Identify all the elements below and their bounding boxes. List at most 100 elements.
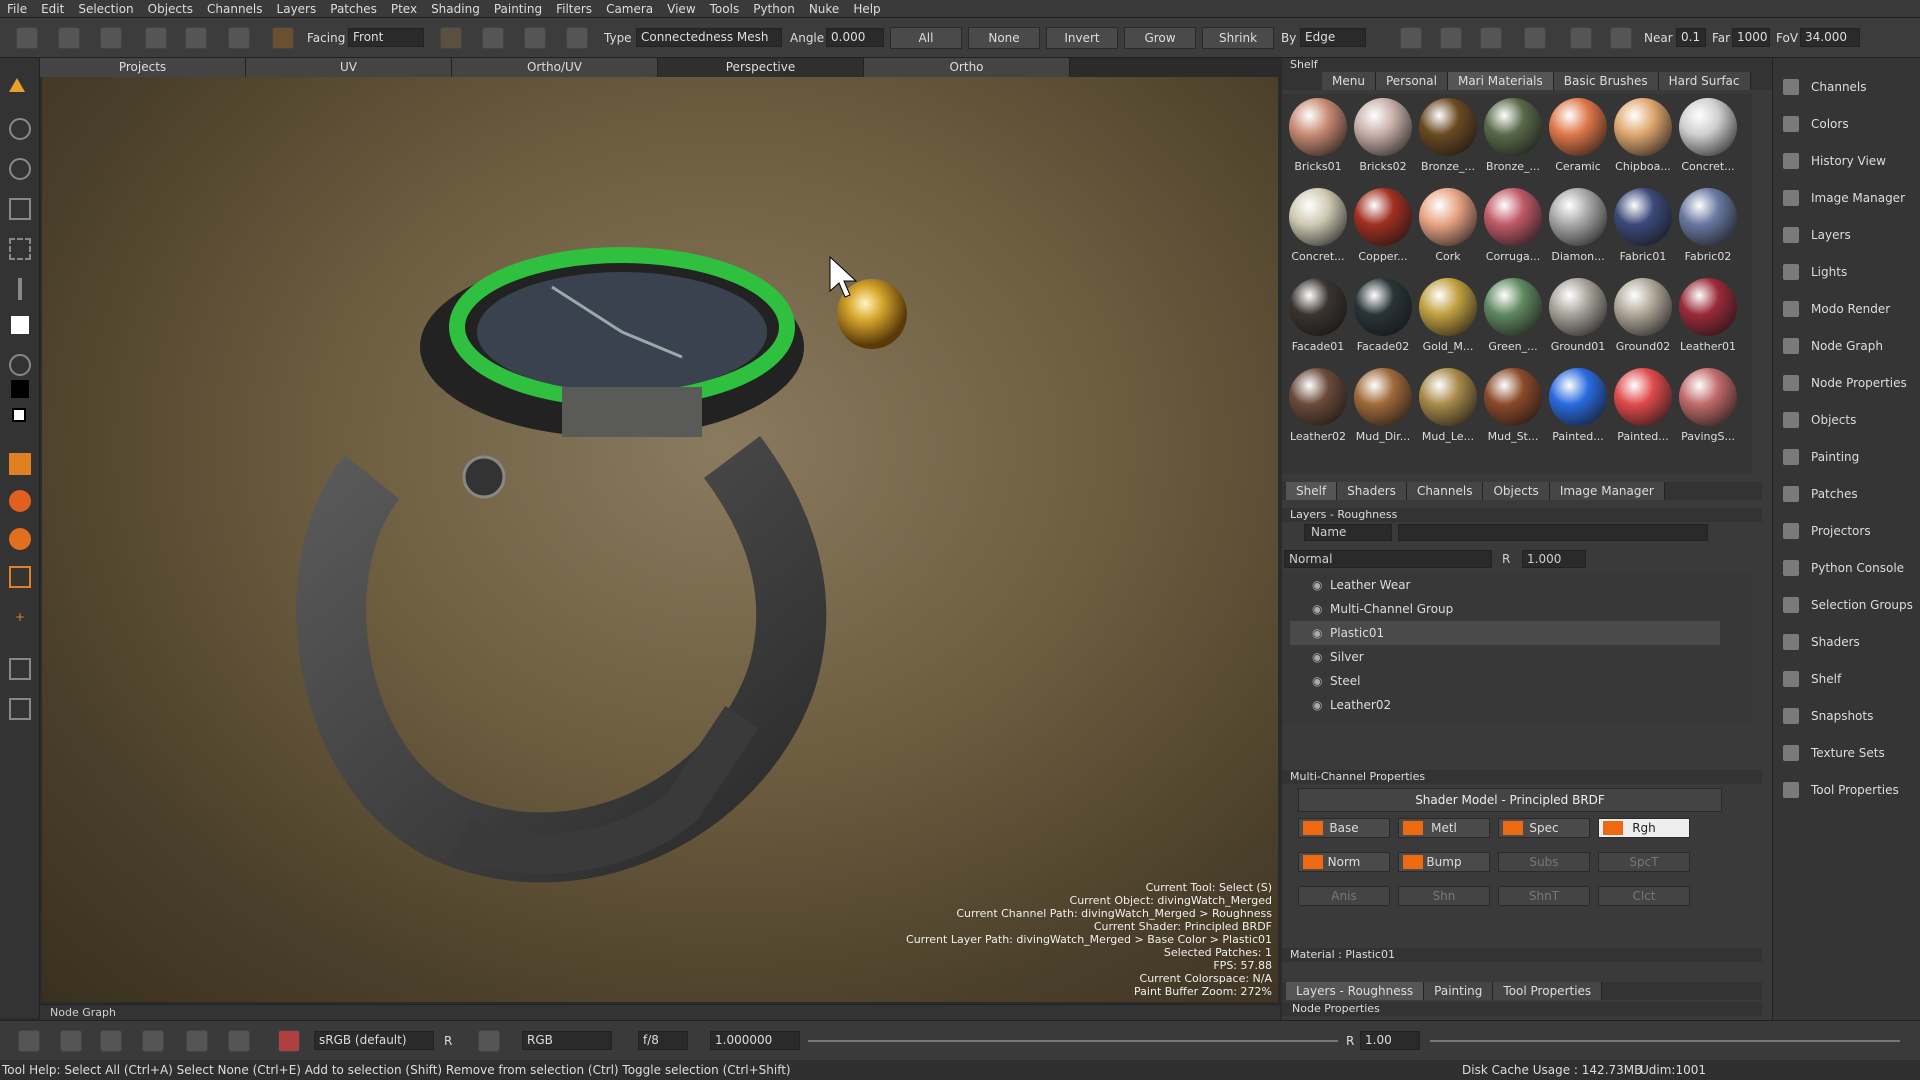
view-tab-uv[interactable]: UV bbox=[246, 58, 452, 77]
channel-button-base[interactable]: Base bbox=[1298, 818, 1390, 838]
close-project-icon[interactable] bbox=[58, 27, 80, 49]
zoom-icon[interactable] bbox=[9, 158, 31, 180]
menu-view[interactable]: View bbox=[660, 0, 702, 18]
layer-row[interactable]: ◉ Multi-Channel Group bbox=[1290, 597, 1720, 621]
material-swatch[interactable]: Bronze_... bbox=[1416, 94, 1480, 184]
lasso-icon[interactable] bbox=[482, 27, 504, 49]
shelf-bottom-tab[interactable]: Channels bbox=[1406, 482, 1484, 500]
shelf-bottom-tab[interactable]: Shelf bbox=[1286, 482, 1338, 500]
menu-nuke[interactable]: Nuke bbox=[802, 0, 847, 18]
dock-item-objects[interactable]: Objects bbox=[1779, 405, 1917, 435]
gain-input[interactable]: 1.00 bbox=[1360, 1031, 1420, 1050]
menu-file[interactable]: File bbox=[0, 0, 34, 18]
dock-item-tool-properties[interactable]: Tool Properties bbox=[1779, 775, 1917, 805]
frame-icon[interactable] bbox=[9, 658, 31, 680]
menu-python[interactable]: Python bbox=[746, 0, 802, 18]
render-icon[interactable] bbox=[1610, 27, 1632, 49]
move-icon[interactable] bbox=[60, 1030, 82, 1052]
material-icon[interactable] bbox=[9, 490, 31, 512]
material-swatch[interactable]: Chipboa... bbox=[1611, 94, 1675, 184]
channel-button-shn[interactable]: Shn bbox=[1398, 886, 1490, 906]
material-swatch[interactable]: Concret... bbox=[1676, 94, 1740, 184]
dock-item-layers[interactable]: Layers bbox=[1779, 220, 1917, 250]
dock-item-node-graph[interactable]: Node Graph bbox=[1779, 331, 1917, 361]
undo-icon[interactable] bbox=[18, 1030, 40, 1052]
material-swatch[interactable]: Bricks01 bbox=[1286, 94, 1350, 184]
material-swatch[interactable]: Copper... bbox=[1351, 184, 1415, 274]
layer-row[interactable]: ◉ Leather Wear bbox=[1290, 573, 1720, 597]
eye-icon[interactable]: ◉ bbox=[1312, 597, 1322, 621]
invert-button[interactable]: Invert bbox=[1046, 27, 1118, 49]
view-icon[interactable] bbox=[1400, 27, 1422, 49]
shelf-bottom-tab[interactable]: Shaders bbox=[1337, 482, 1407, 500]
opacity-input[interactable]: 1.000 bbox=[1522, 550, 1586, 568]
marquee-icon[interactable] bbox=[9, 238, 31, 260]
patch-select-icon[interactable] bbox=[9, 566, 31, 588]
channel-button-spec[interactable]: Spec bbox=[1498, 818, 1590, 838]
material-swatch[interactable]: Cork bbox=[1416, 184, 1480, 274]
layer-row[interactable]: ◉ Leather02 bbox=[1290, 693, 1720, 717]
menu-shading[interactable]: Shading bbox=[424, 0, 487, 18]
menu-selection[interactable]: Selection bbox=[71, 0, 140, 18]
menu-layers[interactable]: Layers bbox=[270, 0, 324, 18]
shelf-tab[interactable]: Menu bbox=[1322, 72, 1376, 90]
menu-channels[interactable]: Channels bbox=[200, 0, 270, 18]
menu-tools[interactable]: Tools bbox=[703, 0, 747, 18]
material-swatch[interactable]: Bronze_... bbox=[1481, 94, 1545, 184]
dock-item-shaders[interactable]: Shaders bbox=[1779, 627, 1917, 657]
menu-help[interactable]: Help bbox=[846, 0, 887, 18]
menu-ptex[interactable]: Ptex bbox=[384, 0, 424, 18]
material-swatch[interactable]: Ground01 bbox=[1546, 274, 1610, 364]
layer-filter-input[interactable] bbox=[1398, 524, 1708, 541]
select-none-button[interactable]: None bbox=[968, 27, 1040, 49]
eye-icon[interactable]: ◉ bbox=[1312, 645, 1322, 669]
exposure-input[interactable]: 1.000000 bbox=[710, 1031, 800, 1050]
down-arrow-icon[interactable] bbox=[100, 1030, 122, 1052]
shader-ball-icon[interactable] bbox=[9, 528, 31, 550]
dock-item-modo-render[interactable]: Modo Render bbox=[1779, 294, 1917, 324]
material-swatch[interactable]: PavingS... bbox=[1676, 364, 1740, 454]
dock-item-colors[interactable]: Colors bbox=[1779, 109, 1917, 139]
fstop-input[interactable]: f/8 bbox=[638, 1031, 688, 1050]
material-swatch[interactable]: Mud_Dir... bbox=[1351, 364, 1415, 454]
material-swatch[interactable]: Mud_St... bbox=[1481, 364, 1545, 454]
material-swatch[interactable]: Leather01 bbox=[1676, 274, 1740, 364]
angle-input[interactable]: 0.000 bbox=[826, 28, 884, 47]
material-swatch[interactable]: Diamon... bbox=[1546, 184, 1610, 274]
grow-button[interactable]: Grow bbox=[1124, 27, 1196, 49]
channel-select[interactable]: RGB bbox=[522, 1031, 612, 1050]
material-swatch[interactable]: Facade02 bbox=[1351, 274, 1415, 364]
material-swatch[interactable]: Painted... bbox=[1546, 364, 1610, 454]
shrink-button[interactable]: Shrink bbox=[1202, 27, 1274, 49]
eye-icon[interactable]: ◉ bbox=[1312, 669, 1322, 693]
curve-icon[interactable] bbox=[478, 1030, 500, 1052]
channel-button-spct[interactable]: SpcT bbox=[1598, 852, 1690, 872]
shelf-bottom-tab[interactable]: Objects bbox=[1483, 482, 1550, 500]
channel-button-metl[interactable]: Metl bbox=[1398, 818, 1490, 838]
archive-icon[interactable] bbox=[145, 27, 167, 49]
material-swatch[interactable]: Ground02 bbox=[1611, 274, 1675, 364]
type-select[interactable]: Connectedness Mesh bbox=[636, 28, 782, 47]
material-swatch[interactable]: Fabric01 bbox=[1611, 184, 1675, 274]
menu-edit[interactable]: Edit bbox=[34, 0, 71, 18]
layer-row[interactable]: ◉ Silver bbox=[1290, 645, 1720, 669]
layer-row[interactable]: ◉ Plastic01 bbox=[1290, 621, 1720, 645]
blend-mode-select[interactable]: Normal bbox=[1284, 550, 1492, 568]
material-swatch[interactable]: Corruga... bbox=[1481, 184, 1545, 274]
shading-icon[interactable] bbox=[1524, 27, 1546, 49]
property-tab[interactable]: Tool Properties bbox=[1493, 982, 1603, 1000]
circle-icon[interactable] bbox=[228, 1030, 250, 1052]
fov-input[interactable]: 34.000 bbox=[1800, 28, 1860, 47]
dock-item-shelf[interactable]: Shelf bbox=[1779, 664, 1917, 694]
lighting-icon[interactable] bbox=[1570, 27, 1592, 49]
rotate-icon[interactable] bbox=[142, 1030, 164, 1052]
shelf-tab[interactable]: Hard Surfac bbox=[1658, 72, 1751, 90]
channel-button-shnt[interactable]: ShnT bbox=[1498, 886, 1590, 906]
view-tab-orthouv[interactable]: Ortho/UV bbox=[452, 58, 658, 77]
dock-item-painting[interactable]: Painting bbox=[1779, 442, 1917, 472]
paint-through-icon[interactable] bbox=[9, 453, 31, 475]
channel-button-anis[interactable]: Anis bbox=[1298, 886, 1390, 906]
dock-item-image-manager[interactable]: Image Manager bbox=[1779, 183, 1917, 213]
material-swatch[interactable]: Ceramic bbox=[1546, 94, 1610, 184]
material-swatch[interactable]: Facade01 bbox=[1286, 274, 1350, 364]
